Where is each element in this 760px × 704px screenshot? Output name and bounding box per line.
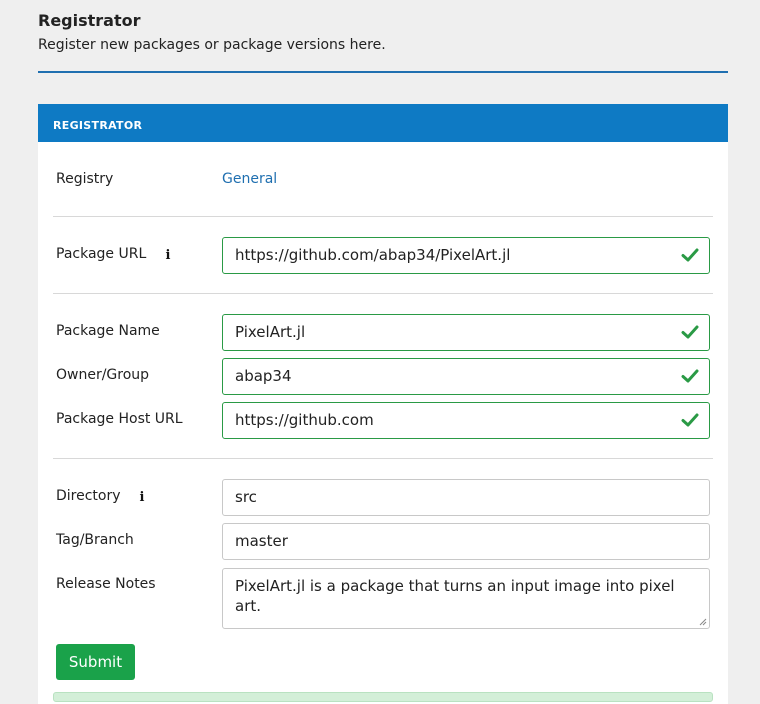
package-name-label: Package Name bbox=[56, 323, 160, 339]
package-name-value: PixelArt.jl bbox=[235, 323, 306, 341]
owner-group-field[interactable]: abap34 bbox=[222, 358, 710, 395]
owner-group-value: abap34 bbox=[235, 367, 292, 385]
package-url-field[interactable]: https://github.com/abap34/PixelArt.jl bbox=[222, 237, 710, 274]
package-url-value: https://github.com/abap34/PixelArt.jl bbox=[235, 246, 511, 264]
divider bbox=[53, 458, 713, 459]
tag-branch-input[interactable]: master bbox=[222, 523, 710, 560]
host-url-value: https://github.com bbox=[235, 411, 374, 429]
registry-label: Registry bbox=[56, 171, 114, 187]
page-header: Registrator Register new packages or pac… bbox=[38, 0, 728, 73]
info-icon[interactable]: i bbox=[164, 249, 172, 262]
resize-grip-icon[interactable] bbox=[699, 618, 707, 626]
page-title: Registrator bbox=[38, 11, 141, 30]
host-url-label: Package Host URL bbox=[56, 411, 183, 427]
registry-link[interactable]: General bbox=[222, 171, 277, 187]
directory-value: src bbox=[235, 488, 257, 506]
release-notes-textarea[interactable]: PixelArt.jl is a package that turns an i… bbox=[222, 568, 710, 629]
release-notes-label: Release Notes bbox=[56, 576, 156, 592]
package-url-label: Package URL bbox=[56, 246, 147, 262]
directory-label: Directory bbox=[56, 488, 121, 504]
package-name-field[interactable]: PixelArt.jl bbox=[222, 314, 710, 351]
check-icon bbox=[681, 413, 699, 427]
directory-input[interactable]: src bbox=[222, 479, 710, 516]
owner-group-label: Owner/Group bbox=[56, 367, 150, 383]
divider bbox=[53, 293, 713, 294]
check-icon bbox=[681, 248, 699, 262]
submit-button[interactable]: Submit bbox=[56, 644, 135, 680]
tag-branch-value: master bbox=[235, 532, 288, 550]
check-icon bbox=[681, 325, 699, 339]
panel-header: REGISTRATOR bbox=[38, 104, 728, 142]
host-url-field[interactable]: https://github.com bbox=[222, 402, 710, 439]
check-icon bbox=[681, 369, 699, 383]
tag-branch-label: Tag/Branch bbox=[56, 532, 134, 548]
info-icon[interactable]: i bbox=[138, 491, 146, 504]
release-notes-value: PixelArt.jl is a package that turns an i… bbox=[235, 577, 675, 615]
registrator-panel: REGISTRATOR Registry General Package URL… bbox=[38, 104, 728, 704]
divider bbox=[53, 216, 713, 217]
page-subtitle: Register new packages or package version… bbox=[38, 37, 386, 53]
status-alert bbox=[53, 692, 713, 702]
